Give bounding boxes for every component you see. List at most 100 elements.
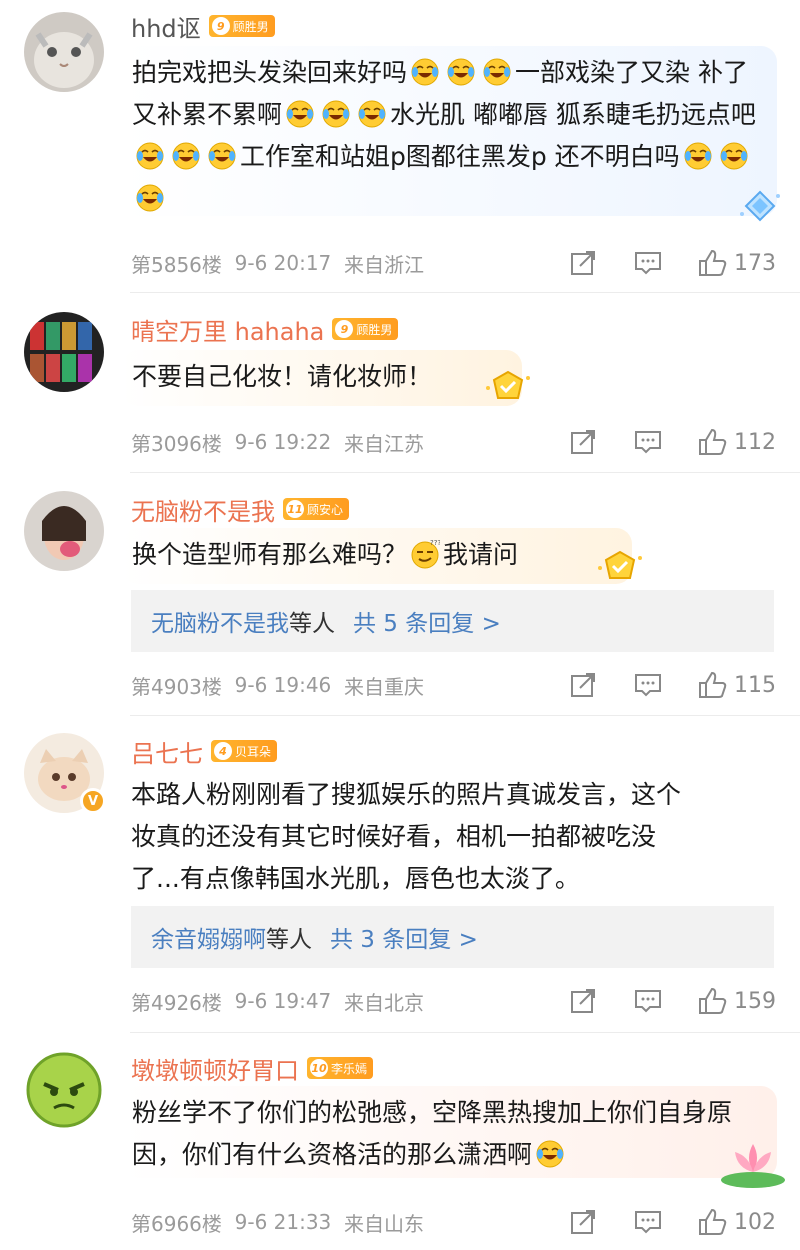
user-row: 墩墩顿顿好胃口 10 李乐嫣 — [131, 1051, 374, 1086]
verified-badge-icon: V — [80, 788, 106, 814]
comment-actions: 102 — [570, 1204, 780, 1240]
user-row: 吕七七 4 贝耳朵 — [131, 734, 278, 769]
crown-badge-icon — [486, 370, 530, 399]
post-date: 9-6 19:46 — [234, 673, 332, 697]
repost-button[interactable] — [570, 1209, 596, 1235]
floor-number: 第5856楼 — [131, 252, 222, 277]
reply-total-link[interactable]: 共 5 条回复 > — [353, 604, 501, 638]
text-segment: 不要自己化妆！请化妆师！ — [132, 362, 433, 391]
avatar[interactable] — [24, 312, 104, 392]
divider — [130, 1032, 800, 1033]
like-button[interactable]: 112 — [698, 428, 776, 456]
reply-suffix: 等人 — [266, 927, 312, 953]
like-count: 115 — [734, 672, 776, 698]
floor-number: 第3096楼 — [131, 431, 222, 456]
comment-icon — [635, 1211, 661, 1234]
fan-name: 顾胜男 — [232, 19, 269, 34]
comment-meta: 第3096楼 9-6 19:22 来自江苏 — [131, 427, 424, 457]
like-icon — [699, 249, 727, 276]
repost-icon — [571, 989, 595, 1013]
text-segment: 工作室和站姐p图都往黑发p 还不明白吗 — [240, 142, 680, 171]
post-date: 9-6 21:33 — [234, 1210, 332, 1234]
like-count: 173 — [734, 250, 776, 276]
reply-preview[interactable]: 余音嫋嫋啊 等人共 3 条回复 > — [131, 906, 774, 968]
comment-actions: 112 — [570, 424, 780, 460]
comment-actions: 159 — [570, 983, 780, 1019]
avatar[interactable] — [24, 12, 104, 92]
fan-name: 贝耳朵 — [235, 744, 272, 759]
floor-number: 第4926楼 — [131, 990, 222, 1015]
user-row: 无脑粉不是我 11 顾安心 — [131, 492, 350, 527]
repost-button[interactable] — [570, 429, 596, 455]
comment-text: 不要自己化妆！请化妆师！ — [122, 350, 522, 406]
repost-icon — [571, 1210, 595, 1234]
comment-icon — [635, 674, 661, 697]
post-location: 来自山东 — [344, 1211, 425, 1236]
diamond-badge-icon — [740, 190, 780, 222]
laugh-cry-emoji — [285, 99, 315, 129]
comment-meta: 第5856楼 9-6 20:17 来自浙江 — [131, 248, 424, 278]
post-location: 来自江苏 — [344, 431, 425, 456]
comment-text: 粉丝学不了你们的松弛感，空降黑热搜加上你们自身原因，你们有什么资格活的那么潇洒啊 — [122, 1086, 777, 1178]
repost-button[interactable] — [570, 988, 596, 1014]
divider — [130, 292, 800, 293]
divider — [130, 715, 800, 716]
laugh-cry-emoji — [135, 141, 165, 171]
laugh-cry-emoji — [482, 57, 512, 87]
username[interactable]: 无脑粉不是我 — [131, 492, 275, 527]
repost-button[interactable] — [570, 672, 596, 698]
repost-button[interactable] — [570, 250, 596, 276]
laugh-cry-emoji — [357, 99, 387, 129]
fan-name: 顾安心 — [307, 502, 344, 517]
fan-badge[interactable]: 9 顾胜男 — [208, 15, 275, 37]
username[interactable]: 墩墩顿顿好胃口 — [131, 1051, 299, 1086]
reply-total-link[interactable]: 共 3 条回复 > — [330, 920, 478, 954]
username[interactable]: 吕七七 — [131, 734, 203, 769]
fan-badge[interactable]: 4 贝耳朵 — [211, 740, 278, 762]
laugh-cry-emoji — [683, 141, 713, 171]
fan-name: 李乐嫣 — [331, 1061, 368, 1076]
fan-badge[interactable]: 10 李乐嫣 — [307, 1057, 374, 1079]
text-line: 妆真的还没有其它时候好看，相机一拍都被吃没 — [131, 822, 657, 851]
username[interactable]: hhd讴 — [131, 9, 201, 44]
smirk-emoji — [410, 539, 440, 569]
reply-preview[interactable]: 无脑粉不是我 等人共 5 条回复 > — [131, 590, 774, 652]
avatar[interactable] — [24, 1050, 104, 1130]
laugh-cry-emoji — [135, 183, 165, 213]
text-segment: 我请问 — [443, 540, 519, 569]
comment-button[interactable] — [634, 250, 662, 276]
repost-icon — [571, 251, 595, 275]
laugh-cry-emoji — [719, 141, 749, 171]
reply-user-link[interactable]: 无脑粉不是我 — [151, 604, 289, 638]
comment-icon — [635, 990, 661, 1013]
like-button[interactable]: 102 — [698, 1208, 776, 1236]
lotus-badge-icon — [721, 1144, 785, 1188]
user-row: 晴空万里 hahaha 9 顾胜男 — [131, 312, 399, 347]
repost-icon — [571, 430, 595, 454]
fan-badge[interactable]: 9 顾胜男 — [332, 318, 399, 340]
fan-level: 9 — [211, 17, 230, 35]
comment-button[interactable] — [634, 672, 662, 698]
text-line: 本路人粉刚刚看了搜狐娱乐的照片真诚发言，这个 — [131, 780, 682, 809]
comment-button[interactable] — [634, 1209, 662, 1235]
laugh-cry-emoji — [321, 99, 351, 129]
like-button[interactable]: 159 — [698, 987, 776, 1015]
avatar[interactable] — [24, 491, 104, 571]
comment-icon — [635, 431, 661, 454]
like-icon — [699, 428, 727, 455]
comment-button[interactable] — [634, 988, 662, 1014]
like-button[interactable]: 173 — [698, 249, 776, 277]
comment-text: 换个造型师有那么难吗？ 我请问 — [122, 528, 632, 584]
comment-actions: 173 — [570, 245, 780, 281]
comment-icon — [635, 252, 661, 275]
laugh-cry-emoji — [535, 1139, 565, 1169]
comment-button[interactable] — [634, 429, 662, 455]
fan-badge[interactable]: 11 顾安心 — [283, 498, 350, 520]
reply-user-link[interactable]: 余音嫋嫋啊 — [151, 920, 266, 954]
laugh-cry-emoji — [171, 141, 201, 171]
like-button[interactable]: 115 — [698, 671, 776, 699]
text-segment: 水光肌 嘟嘟唇 狐系睫毛扔远点吧 — [390, 100, 756, 129]
user-row: hhd讴 9 顾胜男 — [131, 9, 275, 44]
username[interactable]: 晴空万里 hahaha — [131, 312, 324, 347]
comment-meta: 第4926楼 9-6 19:47 来自北京 — [131, 986, 424, 1016]
